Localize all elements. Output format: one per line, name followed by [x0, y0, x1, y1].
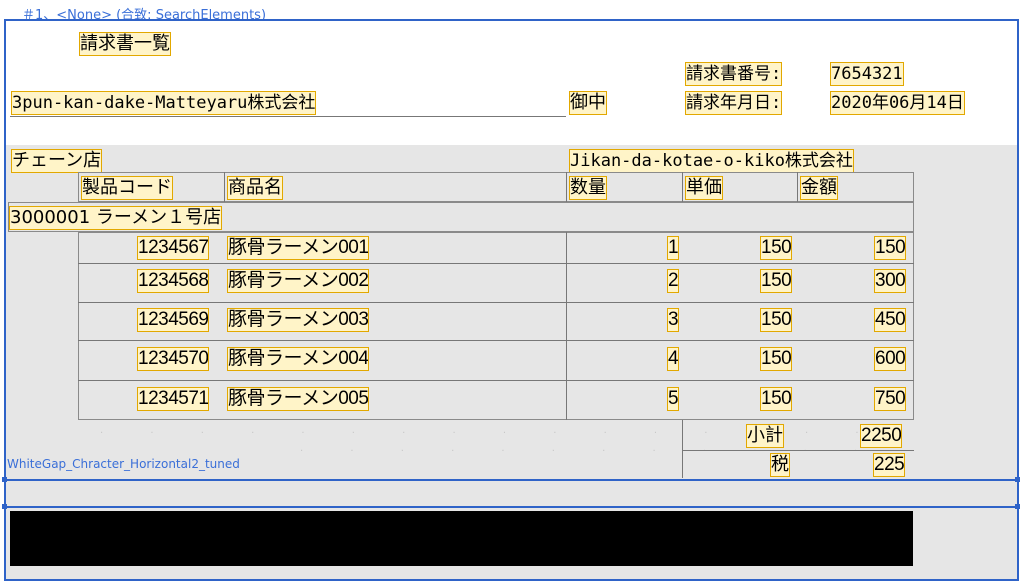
row-qty: 2 [666, 269, 680, 293]
invoice-date: 2020年06月14日 [830, 91, 965, 115]
row-amount: 750 [873, 387, 907, 411]
row-name: 豚骨ラーメン005 [226, 387, 370, 411]
row-amount: 450 [873, 308, 907, 332]
row-code: 1234571 [136, 387, 210, 411]
header-divider [224, 172, 225, 202]
subtotal-value: 2250 [859, 424, 903, 448]
tax-label: 税 [770, 453, 790, 477]
customer-name: 3pun-kan-dake-Matteyaru株式会社 [10, 91, 317, 115]
table-header-row [78, 172, 914, 202]
row-divider [78, 263, 914, 264]
row-name: 豚骨ラーメン001 [226, 236, 370, 260]
row-qty: 4 [666, 347, 680, 371]
row-divider [78, 302, 914, 303]
store-company: Jikan-da-kotae-o-kiko株式会社 [569, 149, 854, 173]
invoice-date-label: 請求年月日: [684, 91, 783, 115]
column-header-name: 商品名 [227, 176, 283, 200]
column-header-price: 単価 [685, 176, 723, 200]
header-divider [566, 172, 567, 202]
row-amount: 600 [873, 347, 907, 371]
row-qty: 1 [666, 236, 680, 260]
row-price: 150 [759, 236, 793, 260]
column-divider [566, 232, 567, 420]
customer-underline [10, 116, 566, 117]
column-header-amount: 金額 [800, 176, 838, 200]
column-header-qty: 数量 [569, 176, 607, 200]
row-qty: 3 [666, 308, 680, 332]
row-amount: 300 [873, 269, 907, 293]
row-price: 150 [759, 308, 793, 332]
row-price: 150 [759, 269, 793, 293]
row-name: 豚骨ラーメン002 [226, 269, 370, 293]
row-name: 豚骨ラーメン003 [226, 308, 370, 332]
row-code: 1234567 [136, 236, 210, 260]
tax-value: 225 [872, 453, 906, 477]
report-title: 請求書一覧 [79, 32, 171, 56]
row-qty: 5 [666, 387, 680, 411]
honorific: 御中 [569, 91, 607, 115]
row-name: 豚骨ラーメン004 [226, 347, 370, 371]
resize-handle[interactable] [2, 477, 7, 482]
resize-handle[interactable] [2, 504, 7, 509]
header-divider [797, 172, 798, 202]
row-price: 150 [759, 387, 793, 411]
scan-noise: · · · · · · · · · · · · [300, 446, 880, 457]
row-price: 150 [759, 347, 793, 371]
column-header-code: 製品コード [81, 176, 173, 200]
row-divider [78, 380, 914, 381]
invoice-number-label: 請求書番号: [684, 62, 783, 86]
totals-divider [682, 420, 683, 478]
store-label: チェーン店 [10, 149, 103, 173]
invoice-number: 7654321 [830, 62, 904, 86]
row-code: 1234570 [136, 347, 210, 371]
row-code: 1234568 [136, 269, 210, 293]
row-divider [78, 340, 914, 341]
row-code: 1234569 [136, 308, 210, 332]
resize-handle[interactable] [1015, 477, 1020, 482]
subtotal-label: 小計 [746, 424, 784, 448]
resize-handle[interactable] [1015, 504, 1020, 509]
header-divider [682, 172, 683, 202]
selected-gap-region[interactable] [4, 479, 1019, 508]
totals-row-divider [682, 450, 914, 451]
row-amount: 150 [873, 236, 907, 260]
annotation-label: WhiteGap_Chracter_Horizontal2_tuned [7, 457, 240, 471]
group-label: 3000001 ラーメン１号店 [8, 206, 223, 230]
redacted-block [10, 511, 913, 566]
